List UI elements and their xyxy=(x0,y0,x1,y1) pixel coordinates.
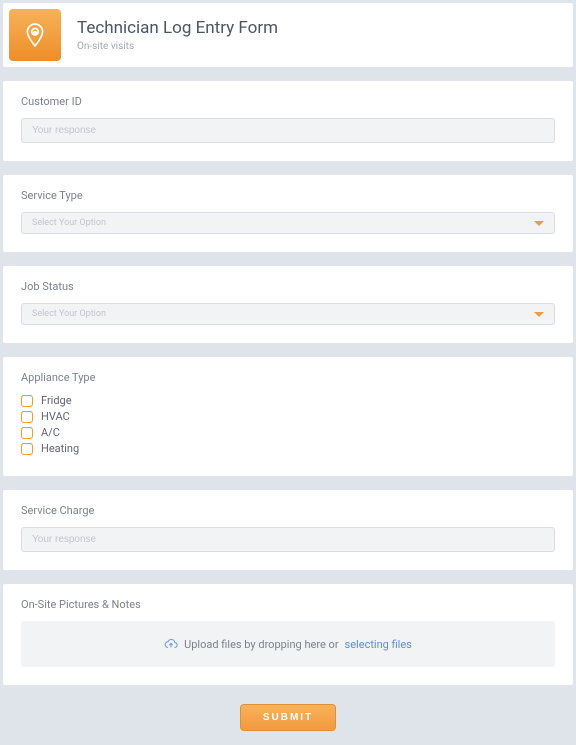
form-header: Technician Log Entry Form On-site visits xyxy=(2,2,574,68)
location-pin-icon xyxy=(9,9,61,61)
customer-id-input[interactable] xyxy=(21,118,555,143)
label-service-type: Service Type xyxy=(21,189,555,202)
file-dropzone[interactable]: Upload files by dropping here or selecti… xyxy=(21,621,555,667)
selecting-files-link[interactable]: selecting files xyxy=(345,638,412,651)
section-appliance-type: Appliance Type Fridge HVAC A/C Heating xyxy=(2,356,574,477)
section-customer-id: Customer ID xyxy=(2,80,574,162)
checkbox-row: Heating xyxy=(21,442,555,455)
chevron-down-icon xyxy=(534,312,544,317)
section-service-type: Service Type Select Your Option xyxy=(2,174,574,253)
upload-text: Upload files by dropping here or xyxy=(184,638,338,651)
checkbox-label: Fridge xyxy=(41,394,72,407)
checkbox-ac[interactable] xyxy=(21,427,33,439)
job-status-select[interactable]: Select Your Option xyxy=(21,303,555,325)
checkbox-row: HVAC xyxy=(21,410,555,423)
chevron-down-icon xyxy=(534,221,544,226)
form-subtitle: On-site visits xyxy=(77,41,278,52)
checkbox-label: HVAC xyxy=(41,410,70,423)
checkbox-row: A/C xyxy=(21,426,555,439)
job-status-placeholder: Select Your Option xyxy=(32,309,106,319)
checkbox-row: Fridge xyxy=(21,394,555,407)
label-service-charge: Service Charge xyxy=(21,504,555,517)
label-appliance-type: Appliance Type xyxy=(21,371,555,384)
checkbox-heating[interactable] xyxy=(21,443,33,455)
checkbox-label: A/C xyxy=(41,426,60,439)
submit-button[interactable]: SUBMIT xyxy=(240,704,336,731)
checkbox-fridge[interactable] xyxy=(21,395,33,407)
label-upload: On-Site Pictures & Notes xyxy=(21,598,555,611)
service-type-placeholder: Select Your Option xyxy=(32,218,106,228)
submit-row: SUBMIT xyxy=(2,698,574,743)
checkbox-hvac[interactable] xyxy=(21,411,33,423)
service-type-select[interactable]: Select Your Option xyxy=(21,212,555,234)
section-job-status: Job Status Select Your Option xyxy=(2,265,574,344)
service-charge-input[interactable] xyxy=(21,527,555,552)
cloud-upload-icon xyxy=(164,637,178,651)
section-service-charge: Service Charge xyxy=(2,489,574,571)
label-customer-id: Customer ID xyxy=(21,95,555,108)
checkbox-label: Heating xyxy=(41,442,79,455)
label-job-status: Job Status xyxy=(21,280,555,293)
form-title: Technician Log Entry Form xyxy=(77,18,278,38)
section-upload: On-Site Pictures & Notes Upload files by… xyxy=(2,583,574,686)
